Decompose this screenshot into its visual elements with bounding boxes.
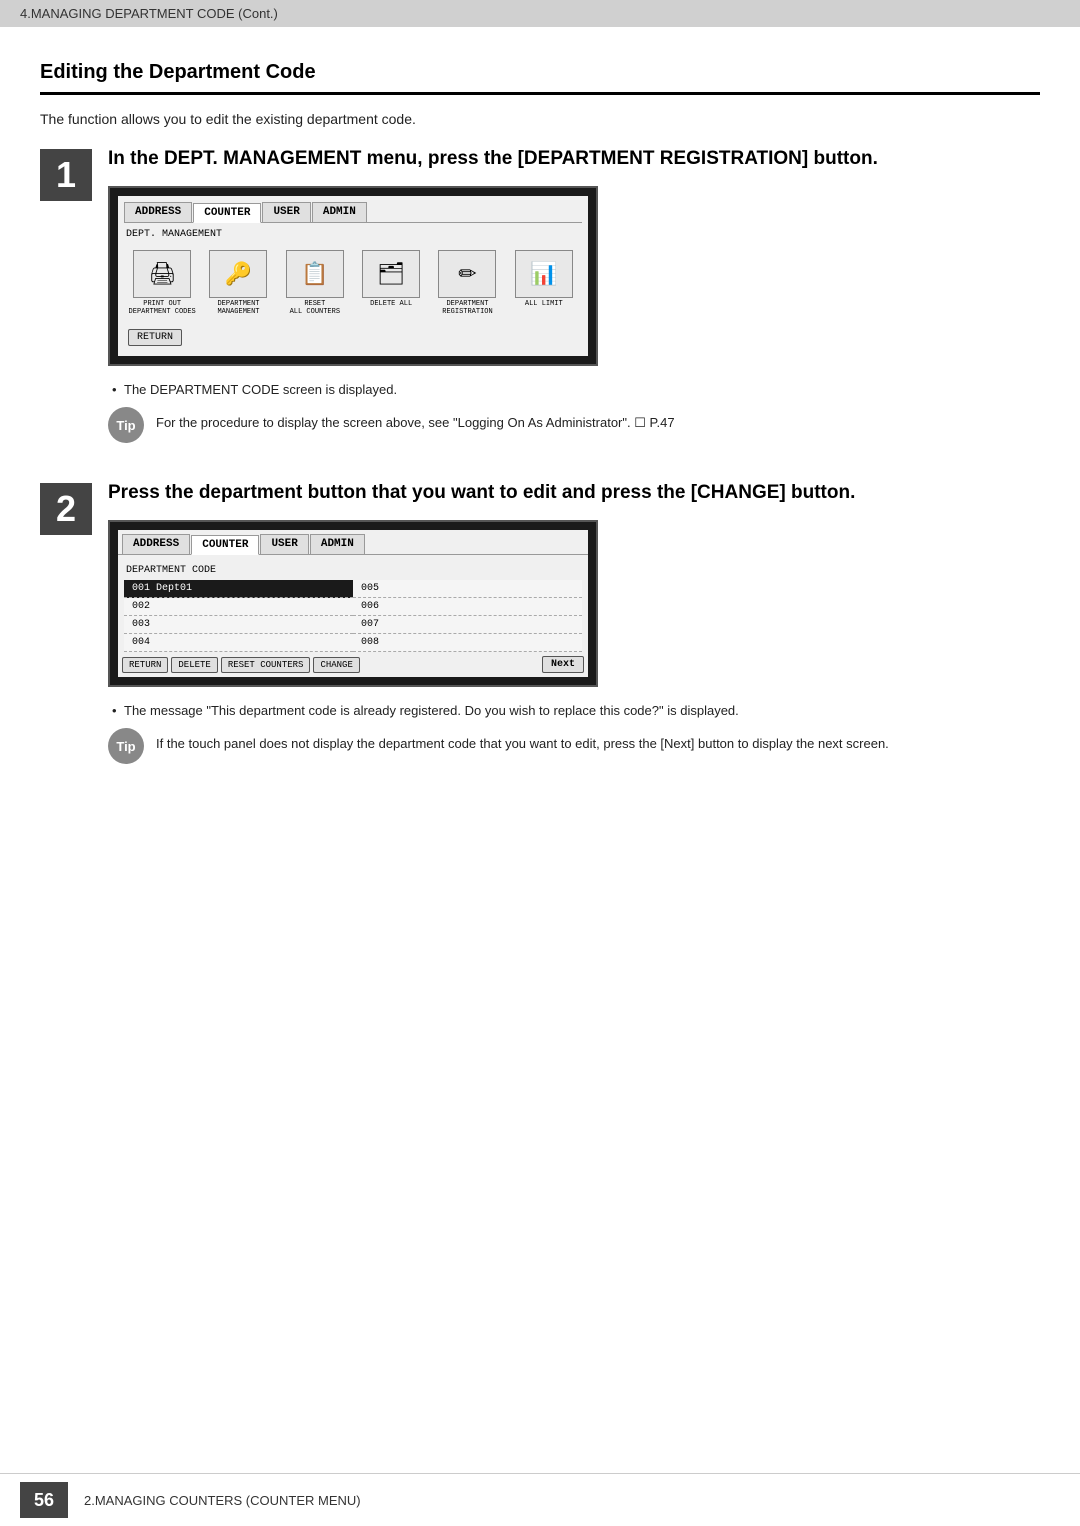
icon-department-mgmt[interactable]: 🔑 DEPARTMENTMANAGEMENT (204, 250, 272, 317)
next-button[interactable]: Next (542, 656, 584, 673)
table-row[interactable]: 004 008 (124, 634, 582, 652)
return-button-1[interactable]: RETURN (128, 329, 182, 346)
delete-button[interactable]: DELETE (171, 657, 217, 673)
tab-user-2[interactable]: USER (260, 534, 308, 554)
print-out-label: PRINT OUTDEPARTMENT CODES (129, 300, 196, 317)
icon-print-out[interactable]: 🖨 PRINT OUTDEPARTMENT CODES (128, 250, 196, 317)
all-limit-label: ALL LIMIT (525, 300, 563, 308)
change-button[interactable]: CHANGE (313, 657, 359, 673)
step-2-bullet: The message "This department code is alr… (108, 703, 1040, 718)
dept-row-3-right[interactable]: 007 (353, 616, 582, 634)
section-title: Editing the Department Code (40, 61, 1040, 84)
tip-1-text: For the procedure to display the screen … (156, 407, 675, 431)
page-number: 56 (20, 1482, 68, 1518)
tip-2-text: If the touch panel does not display the … (156, 728, 889, 751)
dept-code-table: 001 Dept01 005 002 006 003 007 (124, 580, 582, 652)
dept-row-1-left[interactable]: 001 Dept01 (124, 580, 353, 598)
delete-all-icon: 🗂 (362, 250, 420, 298)
tip-1-label: Tip (116, 418, 135, 433)
tab-address-1[interactable]: ADDRESS (124, 202, 192, 222)
icon-reset-counters[interactable]: 📋 RESETALL COUNTERS (281, 250, 349, 317)
screen-mockup-2: ADDRESS COUNTER USER ADMIN DEPARTMENT CO… (108, 520, 1040, 697)
tip-1-badge: Tip (108, 407, 144, 443)
icon-delete-all[interactable]: 🗂 DELETE ALL (357, 250, 425, 317)
tab-bar-2: ADDRESS COUNTER USER ADMIN (118, 530, 588, 555)
dept-row-3-left[interactable]: 003 (124, 616, 353, 634)
step-1-block: 1 In the DEPT. MANAGEMENT menu, press th… (40, 147, 1040, 457)
return-area-1: RETURN (124, 322, 582, 350)
tip-2-badge: Tip (108, 728, 144, 764)
icon-all-limit[interactable]: 📊 ALL LIMIT (510, 250, 578, 317)
screen-2-label: DEPARTMENT CODE (124, 563, 582, 580)
print-out-icon: 🖨 (133, 250, 191, 298)
screen-2-outer: ADDRESS COUNTER USER ADMIN DEPARTMENT CO… (108, 520, 598, 687)
dept-reg-icon: ✏ (438, 250, 496, 298)
table-row[interactable]: 003 007 (124, 616, 582, 634)
icons-row-1: 🖨 PRINT OUTDEPARTMENT CODES 🔑 DEPARTMENT… (124, 244, 582, 323)
dept-row-1-right[interactable]: 005 (353, 580, 582, 598)
section-description: The function allows you to edit the exis… (40, 111, 1040, 127)
tab-admin-1[interactable]: ADMIN (312, 202, 367, 222)
dept-row-4-right[interactable]: 008 (353, 634, 582, 652)
step-1-content: In the DEPT. MANAGEMENT menu, press the … (108, 147, 1040, 457)
step-2-title: Press the department button that you wan… (108, 481, 1040, 506)
delete-all-label: DELETE ALL (370, 300, 412, 308)
screen-1-outer: ADDRESS COUNTER USER ADMIN DEPT. MANAGEM… (108, 186, 598, 367)
table-row[interactable]: 002 006 (124, 598, 582, 616)
footer-text: 2.MANAGING COUNTERS (COUNTER MENU) (84, 1493, 361, 1508)
step-1-title: In the DEPT. MANAGEMENT menu, press the … (108, 147, 1040, 172)
bottom-btn-bar: RETURN DELETE RESET COUNTERS CHANGE Next (118, 652, 588, 677)
icon-dept-registration[interactable]: ✏ DEPARTMENTREGISTRATION (433, 250, 501, 317)
step-2-number: 2 (40, 483, 92, 535)
reset-counters-button[interactable]: RESET COUNTERS (221, 657, 311, 673)
section-heading: Editing the Department Code (40, 47, 1040, 95)
screen-mockup-1: ADDRESS COUNTER USER ADMIN DEPT. MANAGEM… (108, 186, 1040, 377)
page-footer: 56 2.MANAGING COUNTERS (COUNTER MENU) (0, 1473, 1080, 1526)
table-row[interactable]: 001 Dept01 005 (124, 580, 582, 598)
tab-admin-2[interactable]: ADMIN (310, 534, 365, 554)
reset-counters-label: RESETALL COUNTERS (290, 300, 340, 317)
tab-bar-1: ADDRESS COUNTER USER ADMIN (124, 202, 582, 223)
step-1-bullet: The DEPARTMENT CODE screen is displayed. (108, 382, 1040, 397)
tab-user-1[interactable]: USER (262, 202, 310, 222)
tip-2-label: Tip (116, 739, 135, 754)
dept-row-2-left[interactable]: 002 (124, 598, 353, 616)
return-button-2[interactable]: RETURN (122, 657, 168, 673)
reset-counters-icon: 📋 (286, 250, 344, 298)
dept-reg-label: DEPARTMENTREGISTRATION (442, 300, 492, 317)
top-bar-label: 4.MANAGING DEPARTMENT CODE (Cont.) (20, 6, 278, 21)
tip-2: Tip If the touch panel does not display … (108, 728, 1040, 764)
dept-mgmt-label: DEPARTMENTMANAGEMENT (217, 300, 259, 317)
tip-1: Tip For the procedure to display the scr… (108, 407, 1040, 443)
all-limit-icon: 📊 (515, 250, 573, 298)
tab-counter-2[interactable]: COUNTER (191, 535, 259, 555)
step-2-content: Press the department button that you wan… (108, 481, 1040, 778)
step-1-number: 1 (40, 149, 92, 201)
dept-row-2-right[interactable]: 006 (353, 598, 582, 616)
screen-1-inner: ADDRESS COUNTER USER ADMIN DEPT. MANAGEM… (118, 196, 588, 357)
screen-1-label: DEPT. MANAGEMENT (124, 227, 582, 244)
screen-2-inner: ADDRESS COUNTER USER ADMIN DEPARTMENT CO… (118, 530, 588, 677)
dept-row-4-left[interactable]: 004 (124, 634, 353, 652)
tab-counter-1[interactable]: COUNTER (193, 203, 261, 223)
step-2-block: 2 Press the department button that you w… (40, 481, 1040, 778)
top-bar: 4.MANAGING DEPARTMENT CODE (Cont.) (0, 0, 1080, 27)
dept-mgmt-icon: 🔑 (209, 250, 267, 298)
tab-address-2[interactable]: ADDRESS (122, 534, 190, 554)
